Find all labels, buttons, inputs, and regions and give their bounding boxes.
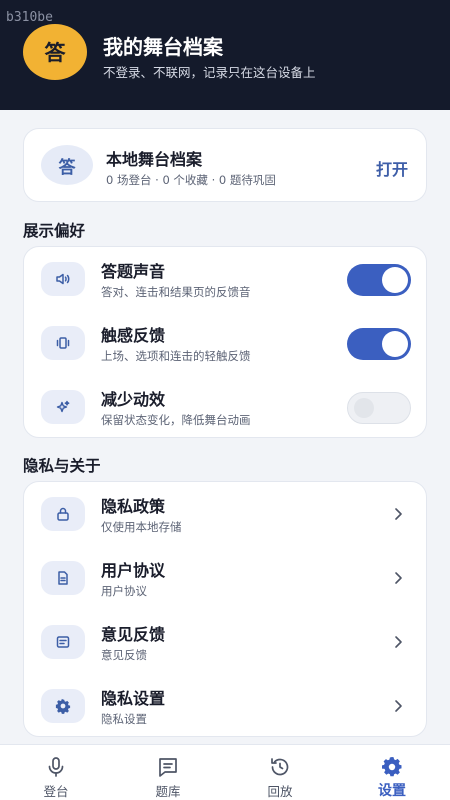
- pref-subtitle: 保留状态变化，降低舞台动画: [101, 413, 251, 427]
- pref-row-sound[interactable]: 答题声音 答对、连击和结果页的反馈音: [24, 247, 428, 311]
- chevron-right-icon: [395, 700, 402, 712]
- pref-subtitle: 答对、连击和结果页的反馈音: [101, 285, 251, 299]
- privacy-row-feedback[interactable]: 意见反馈 意见反馈: [24, 610, 428, 674]
- privacy-row-policy[interactable]: 隐私政策 仅使用本地存储: [24, 482, 428, 546]
- feedback-icon: [41, 625, 85, 659]
- watermark-text: b310be: [6, 10, 53, 25]
- tab-question-bank[interactable]: 题库: [112, 745, 224, 800]
- section-title-privacy: 隐私与关于: [23, 457, 101, 475]
- chevron-right-icon: [395, 572, 402, 584]
- section-title-display-prefs: 展示偏好: [23, 222, 86, 240]
- page-subtitle: 不登录、不联网，记录只在这台设备上: [103, 65, 316, 80]
- pref-row-reduce-motion[interactable]: 减少动效 保留状态变化，降低舞台动画: [24, 375, 428, 439]
- toggle-knob: [354, 398, 374, 418]
- privacy-item-subtitle: 仅使用本地存储: [101, 520, 182, 534]
- chevron-right-icon: [395, 636, 402, 648]
- privacy-item-subtitle: 用户协议: [101, 584, 147, 598]
- pref-title: 答题声音: [101, 262, 166, 281]
- privacy-row-agreement[interactable]: 用户协议 用户协议: [24, 546, 428, 610]
- gear-icon: [41, 689, 85, 723]
- privacy-item-title: 隐私政策: [101, 497, 166, 516]
- bottom-tab-bar: 登台 题库 回放 设置: [0, 744, 450, 800]
- tab-label: 设置: [378, 783, 406, 799]
- speaker-icon: [41, 262, 85, 296]
- microphone-icon: [48, 757, 64, 777]
- archive-title: 本地舞台档案: [106, 150, 203, 169]
- page-title: 我的舞台档案: [103, 35, 223, 59]
- gear-icon: [382, 757, 402, 777]
- reduce-motion-toggle[interactable]: [347, 392, 411, 424]
- chevron-right-icon: [395, 508, 402, 520]
- tab-settings[interactable]: 设置: [336, 745, 448, 800]
- avatar: 答: [41, 145, 93, 185]
- pref-row-haptics[interactable]: 触感反馈 上场、选项和连击的轻触反馈: [24, 311, 428, 375]
- tab-label: 回放: [267, 784, 293, 799]
- pref-subtitle: 上场、选项和连击的轻触反馈: [101, 349, 251, 363]
- replay-icon: [271, 758, 289, 776]
- privacy-item-title: 意见反馈: [101, 625, 166, 644]
- app-header: b310be 答 我的舞台档案 不登录、不联网，记录只在这台设备上: [0, 0, 450, 110]
- privacy-card: 隐私政策 仅使用本地存储 用户协议 用户协议 意见反馈 意见反馈 隐私设置 隐私…: [23, 481, 427, 737]
- haptics-toggle[interactable]: [347, 328, 411, 360]
- privacy-item-title: 隐私设置: [101, 689, 166, 708]
- tab-stage[interactable]: 登台: [0, 745, 112, 800]
- privacy-item-subtitle: 隐私设置: [101, 712, 147, 726]
- avatar-text: 答: [58, 157, 76, 178]
- pref-title: 减少动效: [101, 390, 166, 409]
- toggle-knob: [382, 267, 408, 293]
- display-prefs-card: 答题声音 答对、连击和结果页的反馈音 触感反馈 上场、选项和连击的轻触反馈 减少…: [23, 246, 427, 438]
- vibration-icon: [41, 326, 85, 360]
- tab-replay[interactable]: 回放: [224, 745, 336, 800]
- tab-label: 题库: [155, 784, 181, 799]
- privacy-item-title: 用户协议: [101, 561, 166, 580]
- lock-icon: [41, 497, 85, 531]
- privacy-item-subtitle: 意见反馈: [101, 648, 147, 662]
- open-archive-button[interactable]: 打开: [376, 156, 408, 180]
- tab-label: 登台: [43, 784, 69, 799]
- app-logo: 答: [23, 24, 87, 80]
- sparkle-icon: [41, 390, 85, 424]
- document-icon: [41, 561, 85, 595]
- sound-toggle[interactable]: [347, 264, 411, 296]
- pref-title: 触感反馈: [101, 326, 166, 345]
- privacy-row-settings[interactable]: 隐私设置 隐私设置: [24, 674, 428, 738]
- toggle-knob: [382, 331, 408, 357]
- archive-stats: 0 场登台 · 0 个收藏 · 0 题待巩固: [106, 173, 276, 187]
- local-archive-card[interactable]: 答 本地舞台档案 0 场登台 · 0 个收藏 · 0 题待巩固 打开: [23, 128, 427, 202]
- logo-text: 答: [44, 41, 66, 65]
- question-bank-icon: [159, 758, 177, 777]
